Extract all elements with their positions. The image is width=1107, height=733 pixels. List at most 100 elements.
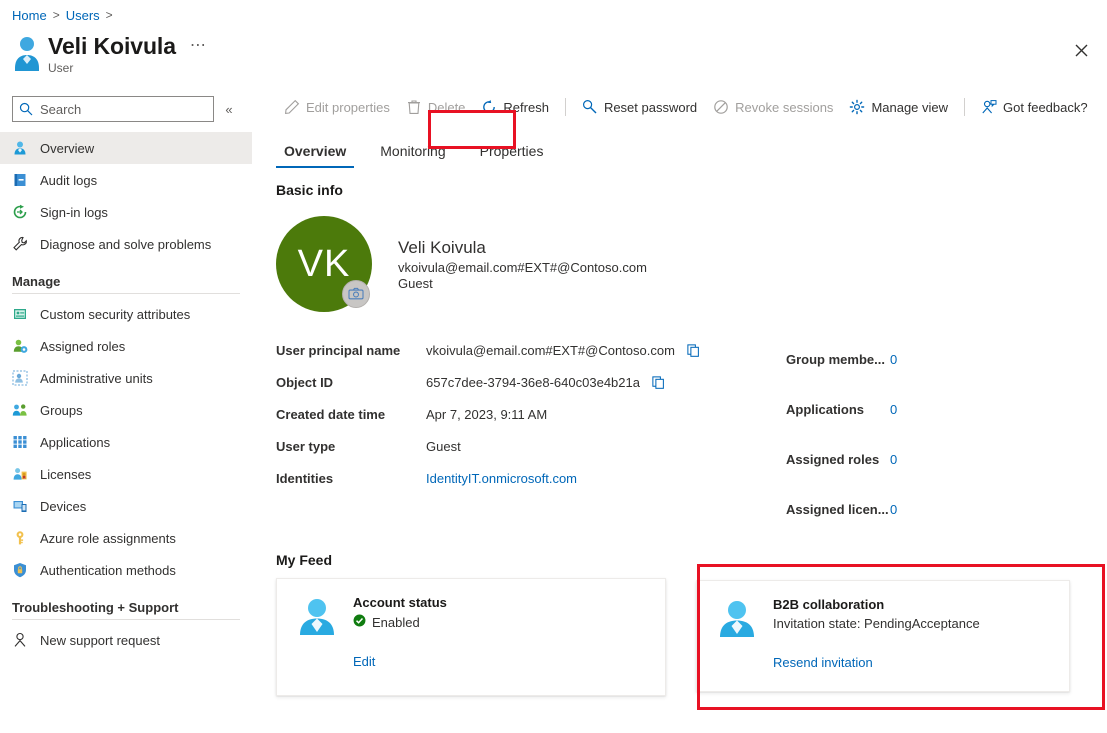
refresh-button[interactable]: Refresh xyxy=(473,93,557,121)
camera-icon[interactable] xyxy=(342,280,370,308)
sidebar-item-overview[interactable]: Overview xyxy=(0,132,252,164)
toolbar-label: Manage view xyxy=(871,99,949,115)
trash-icon xyxy=(406,99,422,115)
my-feed-row: Account status Enabled Edit B2B collabor… xyxy=(276,564,1105,710)
key-icon xyxy=(12,530,28,546)
toolbar-divider xyxy=(564,98,566,116)
sidebar-item-label: Assigned roles xyxy=(40,338,126,354)
stat-label: Assigned roles xyxy=(786,451,880,467)
reset-password-button[interactable]: Reset password xyxy=(574,93,705,121)
sidebar-item-licenses[interactable]: Licenses xyxy=(0,458,252,490)
profile-upn: vkoivula@email.com#EXT#@Contoso.com xyxy=(398,260,647,275)
account-status-card: Account status Enabled Edit xyxy=(276,578,666,696)
main-content: Edit properties Delete Refresh Reset pas… xyxy=(252,88,1107,733)
sidebar-item-audit-logs[interactable]: Audit logs xyxy=(0,164,252,196)
sidebar-item-groups[interactable]: Groups xyxy=(0,394,252,426)
sidebar-item-sign-in-logs[interactable]: Sign-in logs xyxy=(0,196,252,228)
collapse-sidebar-button[interactable]: « xyxy=(218,96,240,122)
more-options-button[interactable]: ⋯ xyxy=(188,38,209,54)
detail-value: Guest xyxy=(426,438,461,454)
refresh-icon xyxy=(481,99,497,115)
search-icon xyxy=(19,102,33,116)
sign-in-logs-icon xyxy=(12,204,28,220)
person-avatar-icon xyxy=(295,595,339,639)
sidebar-item-label: Overview xyxy=(40,140,95,156)
stat-row-group-memberships: Group membe... 0 xyxy=(786,334,1076,384)
stat-count[interactable]: 0 xyxy=(890,452,897,467)
copy-icon[interactable] xyxy=(648,371,670,393)
stat-count[interactable]: 0 xyxy=(890,502,897,517)
stat-row-assigned-licenses: Assigned licen... 0 xyxy=(786,484,1076,534)
applications-grid-icon xyxy=(12,434,28,450)
sidebar-divider-manage xyxy=(12,293,240,294)
account-status-body: Account status Enabled Edit xyxy=(353,595,447,679)
detail-label: Object ID xyxy=(276,374,334,390)
profile-block: VK Veli Koivula vkoivula@email.com#EXT#@… xyxy=(276,216,1083,312)
sidebar-item-devices[interactable]: Devices xyxy=(0,490,252,522)
detail-value-link[interactable]: IdentityIT.onmicrosoft.com xyxy=(426,471,577,486)
sidebar-item-assigned-roles[interactable]: Assigned roles xyxy=(0,330,252,362)
block-icon xyxy=(713,99,729,115)
profile-meta: Veli Koivula vkoivula@email.com#EXT#@Con… xyxy=(398,237,647,291)
tab-overview[interactable]: Overview xyxy=(276,142,355,168)
sidebar-item-label: Devices xyxy=(40,498,87,514)
audit-logs-icon xyxy=(12,172,28,188)
sidebar-item-label: Authentication methods xyxy=(40,562,176,578)
sidebar-item-custom-security-attributes[interactable]: Custom security attributes xyxy=(0,298,252,330)
sidebar: « Overview xyxy=(0,88,252,733)
page-header: Veli Koivula ⋯ User xyxy=(12,32,209,75)
breadcrumb-separator: > xyxy=(52,8,60,22)
toolbar-divider-2 xyxy=(964,98,966,116)
revoke-sessions-button[interactable]: Revoke sessions xyxy=(705,93,841,121)
sidebar-item-label: Diagnose and solve problems xyxy=(40,236,212,252)
toolbar-label: Reset password xyxy=(603,99,698,115)
detail-value: vkoivula@email.com#EXT#@Contoso.com xyxy=(426,342,675,358)
my-feed-heading: My Feed xyxy=(276,552,333,568)
sidebar-item-administrative-units[interactable]: Administrative units xyxy=(0,362,252,394)
stat-row-assigned-roles: Assigned roles 0 xyxy=(786,434,1076,484)
tab-bar: Overview Monitoring Properties xyxy=(252,110,1107,168)
stat-count[interactable]: 0 xyxy=(890,352,897,367)
b2b-body: B2B collaboration Invitation state: Pend… xyxy=(773,597,980,675)
sidebar-item-label: Administrative units xyxy=(40,370,153,386)
resend-invitation-link[interactable]: Resend invitation xyxy=(773,655,980,670)
close-button[interactable] xyxy=(1067,36,1095,64)
sidebar-item-new-support-request[interactable]: New support request xyxy=(0,624,252,656)
toolbar-label: Edit properties xyxy=(306,99,390,115)
details-left-column: User principal name vkoivula@email.com#E… xyxy=(276,334,776,534)
stat-row-applications: Applications 0 xyxy=(786,384,1076,434)
tab-properties[interactable]: Properties xyxy=(472,142,552,168)
search-input[interactable] xyxy=(38,100,213,118)
delete-button[interactable]: Delete xyxy=(398,93,474,121)
breadcrumb-item-home[interactable]: Home xyxy=(12,8,47,23)
b2b-collaboration-card: B2B collaboration Invitation state: Pend… xyxy=(696,580,1070,692)
feed-spacer xyxy=(666,578,680,696)
copy-icon[interactable] xyxy=(683,339,705,361)
sidebar-item-azure-role-assignments[interactable]: Azure role assignments xyxy=(0,522,252,554)
card-title: Account status xyxy=(353,595,447,610)
manage-view-button[interactable]: Manage view xyxy=(841,93,956,121)
tab-monitoring[interactable]: Monitoring xyxy=(372,142,453,168)
got-feedback-button[interactable]: Got feedback? xyxy=(973,93,1096,121)
sidebar-item-diagnose-and-solve-problems[interactable]: Diagnose and solve problems xyxy=(0,228,252,260)
edit-link[interactable]: Edit xyxy=(353,654,447,669)
support-person-icon xyxy=(12,632,28,648)
gear-icon xyxy=(849,99,865,115)
sidebar-group-troubleshooting: Troubleshooting + Support xyxy=(12,600,179,615)
sidebar-item-applications[interactable]: Applications xyxy=(0,426,252,458)
sidebar-item-label: Applications xyxy=(40,434,111,450)
stat-count[interactable]: 0 xyxy=(890,402,897,417)
breadcrumb: Home > Users > xyxy=(12,6,113,24)
search-box[interactable] xyxy=(12,96,214,122)
account-status-value: Enabled xyxy=(372,614,420,630)
breadcrumb-item-users[interactable]: Users xyxy=(66,8,100,23)
edit-properties-button[interactable]: Edit properties xyxy=(276,93,398,121)
page-subtitle: User xyxy=(48,61,74,75)
b2b-invitation-state: Invitation state: PendingAcceptance xyxy=(773,616,980,631)
stat-label: Assigned licen... xyxy=(786,501,889,517)
sidebar-item-authentication-methods[interactable]: Authentication methods xyxy=(0,554,252,586)
toolbar-label: Got feedback? xyxy=(1003,99,1088,115)
sidebar-search-row: « xyxy=(12,96,240,122)
breadcrumb-separator-2: > xyxy=(105,8,113,22)
detail-label: Created date time xyxy=(276,406,386,422)
